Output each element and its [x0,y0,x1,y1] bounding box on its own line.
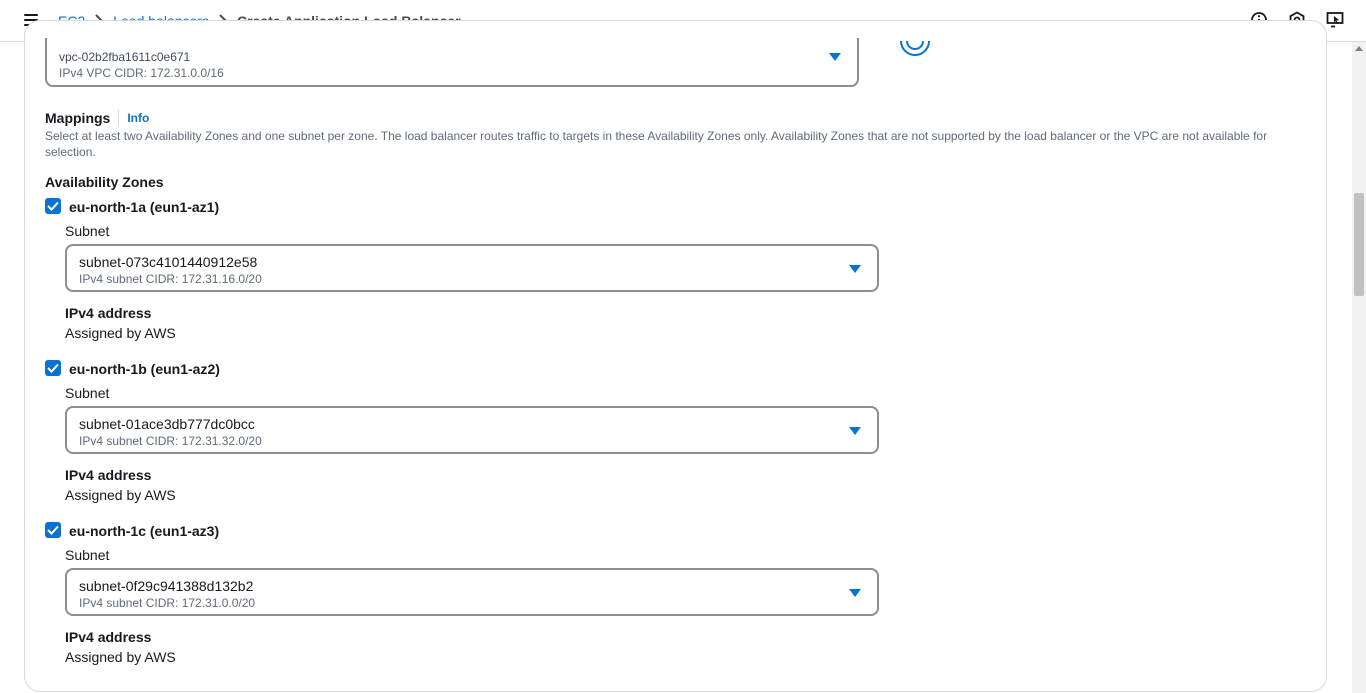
subnet-cidr: IPv4 subnet CIDR: 172.31.32.0/20 [79,434,262,448]
scrollbar-thumb[interactable] [1354,193,1364,296]
vpc-cidr: IPv4 VPC CIDR: 172.31.0.0/16 [59,66,224,80]
scrollbar[interactable] [1352,42,1366,693]
subnet-id: subnet-073c4101440912e58 [79,254,258,270]
subnet-label: Subnet [65,385,110,401]
screen-cursor-icon[interactable] [1326,11,1344,29]
caret-down-icon [849,427,861,435]
refresh-icon[interactable] [899,21,931,57]
ipv4-address-label: IPv4 address [65,467,152,483]
mappings-title: Mappings [45,110,111,126]
ipv4-address-label: IPv4 address [65,305,152,321]
subnet-label: Subnet [65,547,110,563]
subnet-cidr: IPv4 subnet CIDR: 172.31.0.0/20 [79,596,256,610]
subnet-label: Subnet [65,223,110,239]
zone-checkbox[interactable] [45,360,61,376]
ipv4-address-value: Assigned by AWS [65,649,176,665]
ipv4-address-value: Assigned by AWS [65,325,176,341]
availability-zones-title: Availability Zones [45,174,164,190]
subnet-id: subnet-01ace3db777dc0bcc [79,416,255,432]
caret-down-icon [829,53,841,61]
subnet-select[interactable]: subnet-01ace3db777dc0bcc IPv4 subnet CID… [65,406,879,454]
caret-down-icon [849,265,861,273]
vpc-select[interactable]: vpc-02b2fba1611c0e671 IPv4 VPC CIDR: 172… [45,38,859,87]
vpc-id: vpc-02b2fba1611c0e671 [59,50,191,64]
scroll-up-arrow-icon[interactable] [1355,46,1363,51]
mappings-heading: Mappings Info [45,110,149,126]
subnet-id: subnet-0f29c941388d132b2 [79,578,254,594]
ipv4-address-label: IPv4 address [65,629,152,645]
zone-label[interactable]: eu-north-1a (eun1-az1) [69,199,219,215]
mappings-description: Select at least two Availability Zones a… [45,129,1268,159]
subnet-select[interactable]: subnet-0f29c941388d132b2 IPv4 subnet CID… [65,568,879,616]
caret-down-icon [849,589,861,597]
subnet-select[interactable]: subnet-073c4101440912e58 IPv4 subnet CID… [65,244,879,292]
zone-checkbox[interactable] [45,522,61,538]
zone-label[interactable]: eu-north-1b (eun1-az2) [69,361,220,377]
info-link[interactable]: Info [127,111,149,125]
subnet-cidr: IPv4 subnet CIDR: 172.31.16.0/20 [79,272,262,286]
ipv4-address-value: Assigned by AWS [65,487,176,503]
zone-label[interactable]: eu-north-1c (eun1-az3) [69,523,219,539]
divider [118,110,120,126]
zone-checkbox[interactable] [45,198,61,214]
